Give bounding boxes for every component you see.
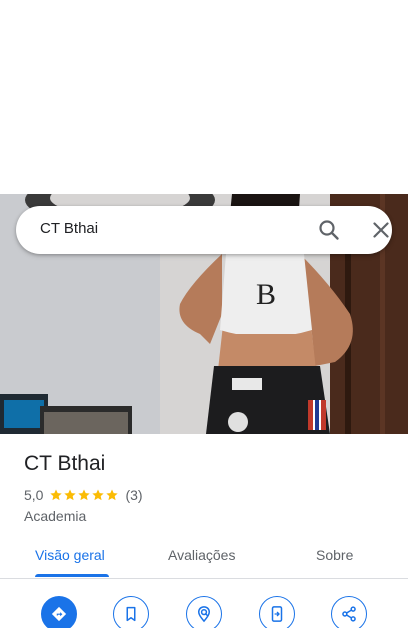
star-rating <box>49 488 119 502</box>
nearby-button[interactable] <box>186 596 222 628</box>
place-category: Academia <box>24 508 87 524</box>
rating-value: 5,0 <box>24 487 44 503</box>
nearby-icon <box>197 606 211 623</box>
save-button[interactable] <box>113 596 149 628</box>
star-icon <box>50 489 63 501</box>
active-tab-indicator <box>35 574 109 577</box>
rating-row[interactable]: 5,0 (3) <box>24 487 143 503</box>
star-icon <box>78 489 91 501</box>
share-button[interactable] <box>331 596 367 628</box>
directions-icon <box>51 606 67 622</box>
share-icon <box>342 606 356 622</box>
svg-text:B: B <box>256 278 276 311</box>
map-blank-area <box>0 0 408 194</box>
search-input[interactable]: CT Bthai <box>40 220 98 237</box>
star-icon <box>106 489 119 501</box>
send-to-phone-icon <box>271 606 283 622</box>
star-icon <box>64 489 77 501</box>
tab-about[interactable]: Sobre <box>316 547 353 563</box>
search-bar[interactable]: CT Bthai <box>16 206 392 254</box>
star-icon <box>92 489 105 501</box>
place-title: CT Bthai <box>24 452 106 475</box>
action-buttons <box>0 594 408 628</box>
search-icon[interactable] <box>317 218 341 242</box>
close-icon[interactable] <box>369 218 393 242</box>
place-tabs: Visão geral Avaliações Sobre <box>0 538 408 579</box>
tab-reviews[interactable]: Avaliações <box>168 547 235 563</box>
send-to-phone-button[interactable] <box>259 596 295 628</box>
review-count[interactable]: (3) <box>125 487 142 503</box>
directions-button[interactable] <box>41 596 77 628</box>
save-bookmark-icon <box>126 606 136 622</box>
tab-overview[interactable]: Visão geral <box>35 547 105 563</box>
